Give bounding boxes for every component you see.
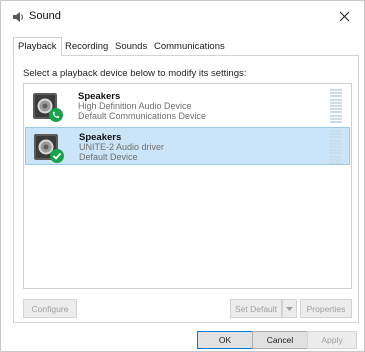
tab-playback[interactable]: Playback xyxy=(13,37,62,56)
properties-button[interactable]: Properties xyxy=(300,299,352,318)
device-driver: High Definition Audio Device xyxy=(78,101,192,111)
window-title: Sound xyxy=(29,10,61,22)
apply-button[interactable]: Apply xyxy=(307,331,357,349)
device-status: Default Device xyxy=(79,152,138,162)
instruction-text: Select a playback device below to modify… xyxy=(23,68,247,79)
tab-sounds[interactable]: Sounds xyxy=(112,39,150,55)
device-item-speakers-unite2[interactable]: Speakers UNITE-2 Audio driver Default De… xyxy=(25,127,350,165)
device-list[interactable]: Speakers High Definition Audio Device De… xyxy=(23,83,352,289)
device-status: Default Communications Device xyxy=(78,111,207,121)
playback-panel: Select a playback device below to modify… xyxy=(13,55,359,323)
close-icon xyxy=(339,11,349,21)
speaker-icon xyxy=(12,11,25,23)
set-default-dropdown-button[interactable] xyxy=(282,299,297,318)
device-driver: UNITE-2 Audio driver xyxy=(79,142,165,152)
phone-icon xyxy=(49,108,63,122)
volume-level-meter xyxy=(330,89,342,123)
speaker-device-icon xyxy=(32,131,66,165)
device-item-speakers-hd[interactable]: Speakers High Definition Audio Device De… xyxy=(25,87,350,125)
sound-dialog: Sound Playback Recording Sounds Communic… xyxy=(0,0,365,352)
tab-communications[interactable]: Communications xyxy=(151,39,228,55)
cancel-button[interactable]: Cancel xyxy=(252,331,308,349)
volume-level-meter xyxy=(329,130,341,164)
ok-button[interactable]: OK xyxy=(197,331,253,349)
chevron-down-icon xyxy=(286,306,293,311)
speaker-device-icon xyxy=(31,90,65,124)
tab-recording[interactable]: Recording xyxy=(62,39,111,55)
title-bar[interactable]: Sound xyxy=(1,1,364,31)
checkmark-icon xyxy=(50,149,64,163)
configure-button[interactable]: Configure xyxy=(23,299,77,318)
close-button[interactable] xyxy=(324,1,364,31)
set-default-button[interactable]: Set Default xyxy=(230,299,282,318)
